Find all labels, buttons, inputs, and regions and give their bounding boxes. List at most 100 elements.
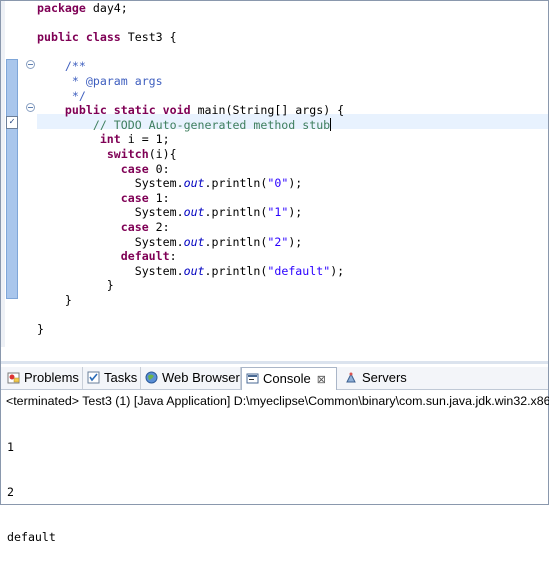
code-token: );: [330, 263, 345, 278]
tab-console[interactable]: Console ⊠: [241, 367, 337, 390]
tab-problems[interactable]: Problems: [3, 367, 83, 389]
code-token: * @param args: [37, 73, 163, 88]
code-token: void: [162, 103, 191, 118]
tab-servers[interactable]: Servers: [341, 367, 413, 389]
tab-servers-label: Servers: [362, 370, 407, 385]
panel-divider[interactable]: [1, 361, 548, 364]
code-token: System.: [37, 176, 184, 191]
code-token: System.: [37, 263, 184, 278]
code-token: System.: [37, 234, 184, 249]
console-output-line: 2: [7, 485, 14, 499]
code-token: out: [183, 205, 205, 220]
problems-icon: [7, 369, 20, 384]
code-line[interactable]: /**: [37, 59, 344, 74]
code-token: }: [37, 322, 44, 337]
code-token: "default": [267, 263, 331, 278]
code-token: out: [183, 234, 205, 249]
code-token: .println(: [204, 176, 268, 191]
fold-collapse-icon[interactable]: [26, 103, 35, 112]
code-token: :: [169, 249, 177, 264]
console-status-line: <terminated> Test3 (1) [Java Application…: [6, 394, 549, 408]
tab-tasks[interactable]: Tasks: [83, 367, 141, 389]
code-token: );: [288, 234, 303, 249]
code-token: );: [288, 176, 303, 191]
code-line[interactable]: [37, 45, 344, 60]
code-line[interactable]: [37, 16, 344, 31]
code-line[interactable]: int i = 1;: [37, 132, 344, 147]
console-icon: [246, 370, 259, 384]
code-line[interactable]: case 0:: [37, 162, 344, 177]
code-token: case: [120, 219, 149, 234]
code-line[interactable]: }: [37, 278, 344, 293]
code-token: 0:: [148, 161, 170, 176]
code-token: "1": [267, 205, 289, 220]
code-token: case: [120, 161, 149, 176]
code-token: "2": [267, 234, 289, 249]
fold-collapse-icon[interactable]: [26, 60, 35, 69]
console-output[interactable]: 1 2 default: [7, 410, 56, 575]
code-token: );: [288, 205, 303, 220]
code-token: static: [113, 103, 156, 118]
code-token: class: [85, 30, 121, 45]
code-token: i = 1;: [120, 132, 170, 147]
code-token: 2:: [148, 219, 170, 234]
code-line[interactable]: }: [37, 322, 344, 337]
code-line[interactable]: public static void main(String[] args) {: [37, 103, 344, 118]
code-editor[interactable]: ✓ package day4; public class Test3 { /** …: [1, 1, 548, 347]
code-token: (i){: [148, 146, 177, 161]
code-line[interactable]: switch(i){: [37, 147, 344, 162]
code-line[interactable]: package day4;: [37, 1, 344, 16]
code-line[interactable]: System.out.println("2");: [37, 235, 344, 250]
code-token: .println(: [204, 263, 268, 278]
code-text[interactable]: package day4; public class Test3 { /** * …: [37, 1, 344, 337]
task-marker-icon[interactable]: ✓: [6, 116, 18, 129]
console-view[interactable]: <terminated> Test3 (1) [Java Application…: [1, 390, 549, 544]
code-token: .println(: [204, 234, 268, 249]
tab-console-label: Console: [263, 371, 311, 386]
close-icon[interactable]: ⊠: [317, 374, 326, 386]
quick-diff-bar: [6, 59, 18, 299]
code-line[interactable]: case 1:: [37, 191, 344, 206]
code-token: "0": [267, 176, 289, 191]
code-token: public: [37, 30, 79, 45]
code-token: case: [120, 190, 149, 205]
code-token: day4;: [85, 1, 128, 15]
code-line[interactable]: [37, 307, 344, 322]
code-line[interactable]: */: [37, 89, 344, 104]
code-line[interactable]: System.out.println("1");: [37, 205, 344, 220]
code-line[interactable]: System.out.println("default");: [37, 264, 344, 279]
code-token: .println(: [204, 205, 268, 220]
code-line[interactable]: default:: [37, 249, 344, 264]
code-line[interactable]: System.out.println("0");: [37, 176, 344, 191]
code-line[interactable]: // TODO Auto-generated method stub: [37, 117, 344, 133]
tab-tasks-label: Tasks: [104, 370, 138, 385]
console-output-line: 1: [7, 440, 14, 454]
text-caret: [330, 117, 332, 131]
code-line[interactable]: * @param args: [37, 74, 344, 89]
code-token: out: [183, 176, 205, 191]
code-token: // TODO Auto-generated method stub: [37, 117, 331, 132]
code-token: out: [183, 263, 205, 278]
code-line[interactable]: case 2:: [37, 220, 344, 235]
code-line[interactable]: public class Test3 {: [37, 30, 344, 45]
code-token: main(String[] args) {: [190, 103, 345, 118]
globe-icon: [145, 369, 158, 384]
tab-web-browser[interactable]: Web Browser: [141, 367, 241, 389]
code-token: 1:: [148, 190, 170, 205]
bottom-panel-tabs: Problems Tasks Web Browser Console ⊠ Serv…: [1, 367, 548, 390]
code-token: int: [99, 132, 121, 147]
code-token: Test3 {: [120, 30, 177, 45]
tasks-icon: [87, 369, 100, 384]
code-line[interactable]: }: [37, 293, 344, 308]
code-token: switch: [106, 146, 149, 161]
code-token: /**: [37, 59, 86, 74]
